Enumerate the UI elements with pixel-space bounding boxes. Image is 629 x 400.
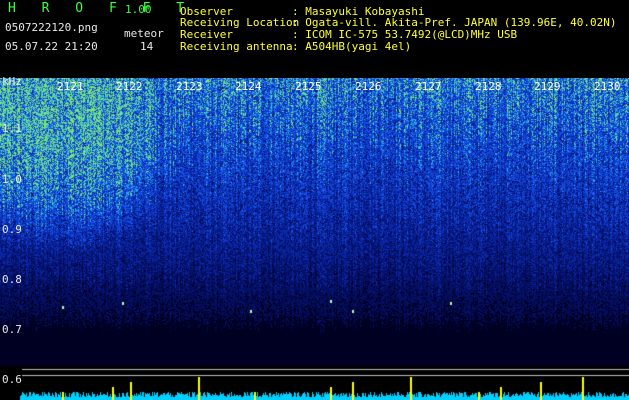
app-title: H R O F F T [8,1,194,16]
y-unit-label: kHz [2,75,22,88]
app-version: 1.00 [125,3,152,16]
x-tick-2128: 2128 [475,80,502,93]
y-tick-0.8: 0.8 [2,273,22,286]
x-tick-2123: 2123 [176,80,203,93]
antenna-key: Receiving antenna [180,40,293,53]
y-tick-0.7: 0.7 [2,323,22,336]
x-tick-2129: 2129 [534,80,561,93]
y-tick-0.9: 0.9 [2,223,22,236]
meteor-count: 14 [140,40,154,53]
y-tick-1.0: 1.0 [2,173,22,186]
antenna-value: : A504HB(yagi 4el) [292,40,412,53]
x-tick-2122: 2122 [116,80,143,93]
x-tick-2126: 2126 [355,80,382,93]
file-name: 0507222120.png [5,21,98,34]
x-tick-2125: 2125 [295,80,322,93]
spectrogram [0,78,629,400]
x-tick-2127: 2127 [415,80,442,93]
y-tick-1.1: 1.1 [2,122,22,135]
file-datetime: 05.07.22 21:20 [5,40,98,53]
y-tick-0.6: 0.6 [2,373,22,386]
meteor-label: meteor [124,27,164,40]
x-tick-2124: 2124 [235,80,262,93]
x-tick-2121: 2121 [57,80,84,93]
x-tick-2130: 2130 [594,80,621,93]
